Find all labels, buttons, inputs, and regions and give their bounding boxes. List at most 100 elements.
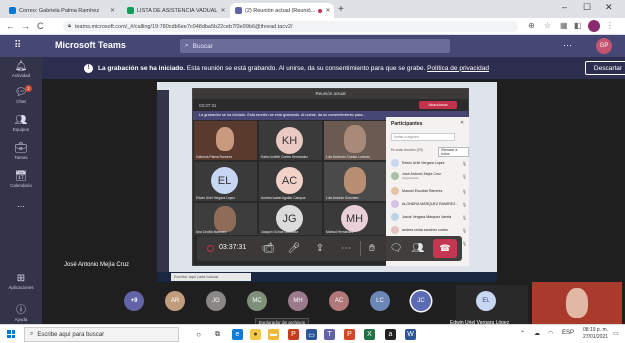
reload-icon[interactable]: C: [37, 21, 44, 31]
participant-row: andrea ceida sanchez cortes 🎙︎: [391, 224, 467, 236]
zoom-icon[interactable]: ⊕: [528, 21, 535, 30]
chrome-icon[interactable]: ●: [250, 329, 261, 340]
participant-row: Josué Vergara Márquez Varela 🎙︎: [391, 211, 467, 223]
powerpoint-icon[interactable]: P: [288, 329, 299, 340]
rail-item-aplicaciones[interactable]: ⊞ Aplicaciones: [0, 273, 42, 290]
camera-button[interactable]: 📹︎: [259, 236, 277, 261]
tile-name: Ana Cecilia Martínez: [196, 230, 227, 234]
onedrive-icon[interactable]: ☁: [534, 330, 540, 337]
profile-avatar[interactable]: [588, 20, 600, 32]
participant-avatar[interactable]: LC: [370, 291, 390, 311]
phone-hangup-icon: ☎︎: [439, 243, 451, 253]
minimize-icon[interactable]: –: [562, 2, 567, 12]
menu-dots-icon[interactable]: ⋮: [606, 21, 614, 30]
participants-button[interactable]: 👥︎: [409, 236, 427, 261]
overflow-participants[interactable]: +9: [124, 291, 144, 311]
browser-tab-outlook[interactable]: Correo: Gabriela Palma Ramírez ✕: [4, 3, 120, 18]
privacy-policy-link[interactable]: Política de privacidad: [427, 65, 489, 72]
rail-item-more[interactable]: ...: [0, 199, 42, 209]
rail-item-equipos[interactable]: 👥︎ Equipos: [0, 115, 42, 132]
shared-taskbar: Escribe aquí para buscar: [157, 272, 497, 282]
amazon-icon[interactable]: a: [385, 329, 396, 340]
section-label: En esta reunión (29): [391, 148, 423, 152]
language-indicator[interactable]: ESP: [562, 330, 574, 336]
hang-up-button[interactable]: ☎︎: [433, 239, 457, 258]
tab-label: Correo: Gabriela Palma Ramírez: [19, 7, 100, 14]
rail-item-actividad[interactable]: 🔔︎ Actividad: [0, 61, 42, 78]
file-explorer-icon[interactable]: ▬: [268, 329, 279, 340]
notifications-icon[interactable]: ▭: [613, 330, 619, 337]
shared-timer: 03:37:31: [199, 102, 217, 108]
maximize-icon[interactable]: ☐: [583, 2, 591, 13]
video-tile: JG Joaquín Ochoa González: [259, 203, 322, 235]
participant-avatar[interactable]: MC: [247, 291, 267, 311]
featured-avatar[interactable]: EL: [476, 291, 496, 311]
share-button[interactable]: ⇪: [311, 236, 329, 261]
divider: [360, 241, 361, 256]
participant-avatar[interactable]: AR: [165, 291, 185, 311]
windows-start-icon[interactable]: [7, 330, 15, 338]
tile-name: Edwin Uriel Vergara López: [196, 196, 236, 200]
new-tab-icon[interactable]: +: [338, 4, 344, 15]
taskbar-search-input[interactable]: ⌕ Escribe aquí para buscar: [24, 327, 179, 342]
grid-icon[interactable]: ▦: [560, 21, 568, 30]
chat-icon: 💬︎: [14, 87, 28, 98]
participant-name: Edwin Uriel Vergara López: [402, 161, 445, 165]
calendar-icon: 📅︎: [14, 171, 28, 182]
participant-avatar[interactable]: AC: [329, 291, 349, 311]
back-icon[interactable]: ←: [6, 21, 15, 31]
address-bar[interactable]: 🔒︎ teams.microsoft.com/_#/calling/19:780…: [63, 21, 518, 32]
forward-icon[interactable]: →: [21, 21, 30, 31]
mic-button[interactable]: 🎤︎: [285, 236, 303, 261]
browser-tab-teams[interactable]: (2) Reunión actual (Reunió... ✕: [230, 3, 334, 18]
window-close-icon[interactable]: ✕: [605, 2, 613, 13]
extension-icon[interactable]: ◧: [574, 21, 582, 30]
shared-teams-rail: [157, 90, 169, 272]
browser-tab-sheets[interactable]: LISTA DE ASISTENCIA VADUAL ✕: [122, 3, 228, 18]
tile-avatar: AC: [276, 167, 303, 194]
close-icon[interactable]: ✕: [221, 7, 226, 14]
tray-chevron-icon[interactable]: ⌃: [520, 330, 525, 337]
user-avatar[interactable]: GP: [596, 38, 612, 54]
participant-name: andrea ceida sanchez cortes: [402, 228, 448, 232]
more-actions-button[interactable]: ⋯: [337, 236, 355, 261]
more-options-icon[interactable]: ⋯: [563, 40, 572, 51]
participant-avatar[interactable]: JC: [411, 291, 431, 311]
rail-label: Ayuda: [14, 317, 28, 322]
word-icon[interactable]: W: [405, 329, 416, 340]
close-icon[interactable]: ✕: [325, 7, 330, 14]
video-tile: AC Andrea Isabel Aguilar Campos: [259, 162, 322, 201]
raise-hand-button[interactable]: ✋︎: [363, 236, 381, 261]
participant-photo: [214, 206, 236, 232]
excel-icon[interactable]: X: [364, 329, 375, 340]
mic-icon: 🎙︎: [461, 188, 467, 194]
search-placeholder: Buscar: [192, 42, 213, 50]
participant-avatar[interactable]: MH: [288, 291, 308, 311]
teams-taskbar-icon[interactable]: T: [324, 329, 335, 340]
taskbar-clock[interactable]: 08:19 p. m. 27/01/2021: [583, 327, 608, 341]
participant-row: Manuel Escobar Ramírez 🎙︎: [391, 185, 467, 197]
participant-name: Manuel Escobar Ramírez: [402, 189, 443, 193]
rail-label: Tareas: [14, 155, 28, 160]
word-taskbar-icon[interactable]: ▭: [306, 329, 317, 340]
clock-time: 08:19 p. m.: [583, 327, 609, 333]
rail-item-ayuda[interactable]: ⓘ Ayuda: [0, 301, 42, 322]
publisher-icon[interactable]: P: [344, 329, 355, 340]
participant-avatar[interactable]: JG: [206, 291, 226, 311]
rail-label: Aplicaciones: [8, 285, 34, 290]
rail-item-tareas[interactable]: 💼︎ Tareas: [0, 143, 42, 160]
app-launcher-icon[interactable]: ⠿: [14, 40, 21, 51]
rail-item-chat[interactable]: 💬︎ 2 Chat: [0, 85, 42, 104]
wifi-icon[interactable]: ◠: [548, 330, 553, 337]
rail-item-calendario[interactable]: 📅︎ Calendario: [0, 171, 42, 188]
cortana-icon[interactable]: ○: [193, 329, 204, 340]
task-view-icon[interactable]: ⧉: [212, 329, 223, 340]
edge-icon[interactable]: e: [232, 329, 243, 340]
search-input[interactable]: ⌕ Buscar: [180, 39, 450, 53]
close-icon[interactable]: ✕: [110, 7, 115, 14]
chat-button[interactable]: 🗨︎: [387, 236, 405, 261]
discard-button[interactable]: Descartar: [585, 61, 625, 75]
notification-badge: 2: [25, 85, 32, 92]
bookmark-star-icon[interactable]: ☆: [544, 21, 551, 30]
browser-toolbar: ← → C 🔒︎ teams.microsoft.com/_#/calling/…: [0, 18, 625, 35]
